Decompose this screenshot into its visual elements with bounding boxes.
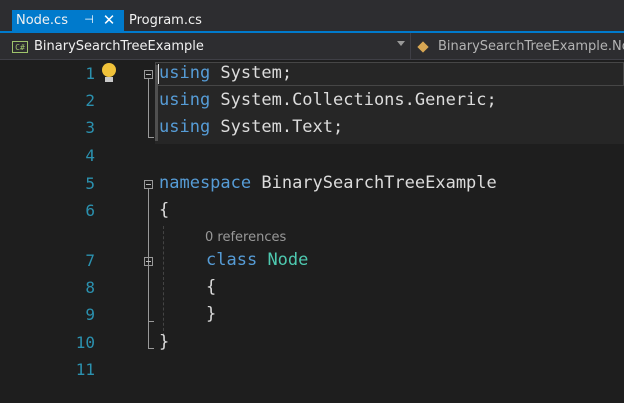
line-number: 8 [85,278,95,297]
fold-line [148,266,149,321]
code-line: using System.Collections.Generic; [159,90,497,110]
code-line: } [159,332,170,352]
close-icon[interactable]: ✕ [101,12,117,28]
code-line: { [206,277,217,297]
fold-line-end [148,321,154,322]
line-number: 2 [85,91,95,110]
tab-label: Node.cs [16,13,68,28]
lightbulb-icon[interactable] [100,63,118,85]
fold-line [148,79,149,137]
code-line: namespace BinarySearchTreeExample [159,173,497,193]
indent-guide [163,226,164,336]
fold-line-end [148,137,154,138]
member-dropdown[interactable]: BinarySearchTreeExample.No [418,37,624,56]
fold-line-end [148,348,154,349]
fold-toggle-icon[interactable] [144,257,153,266]
line-number: 9 [85,305,95,324]
code-line: using System.Text; [159,117,344,137]
code-editor[interactable]: 1 2 3 4 5 6 7 8 9 10 11 using System; us… [0,60,624,403]
line-number: 6 [85,201,95,220]
line-number: 3 [85,118,95,137]
navigation-bar: C# BinarySearchTreeExample BinarySearchT… [0,33,624,60]
code-line: using System; [159,63,293,83]
chevron-down-icon[interactable] [397,41,405,46]
pin-icon[interactable]: ⊣ [82,12,96,28]
code-line: class Node [206,250,309,270]
tab-bar: Node.cs ⊣ ✕ Program.cs [0,0,624,33]
project-dropdown[interactable]: C# BinarySearchTreeExample [12,37,204,56]
tab-program-cs[interactable]: Program.cs [127,10,202,31]
project-name: BinarySearchTreeExample [34,39,204,54]
line-number: 4 [85,146,95,165]
line-number: 5 [85,174,95,193]
divider [410,33,411,59]
code-line: { [159,200,170,220]
line-number: 7 [85,251,95,270]
code-line: } [206,304,217,324]
line-number: 11 [75,360,95,379]
line-number: 10 [75,333,95,352]
tab-node-cs[interactable]: Node.cs ⊣ ✕ [12,10,124,31]
class-icon [418,40,432,54]
line-number: 1 [85,64,95,83]
tab-label: Program.cs [129,13,202,28]
fold-toggle-icon[interactable] [144,180,153,189]
fold-toggle-icon[interactable] [144,70,153,79]
member-name: BinarySearchTreeExample.No [438,39,624,54]
csharp-project-icon: C# [12,40,28,53]
codelens-references[interactable]: 0 references [205,230,286,245]
